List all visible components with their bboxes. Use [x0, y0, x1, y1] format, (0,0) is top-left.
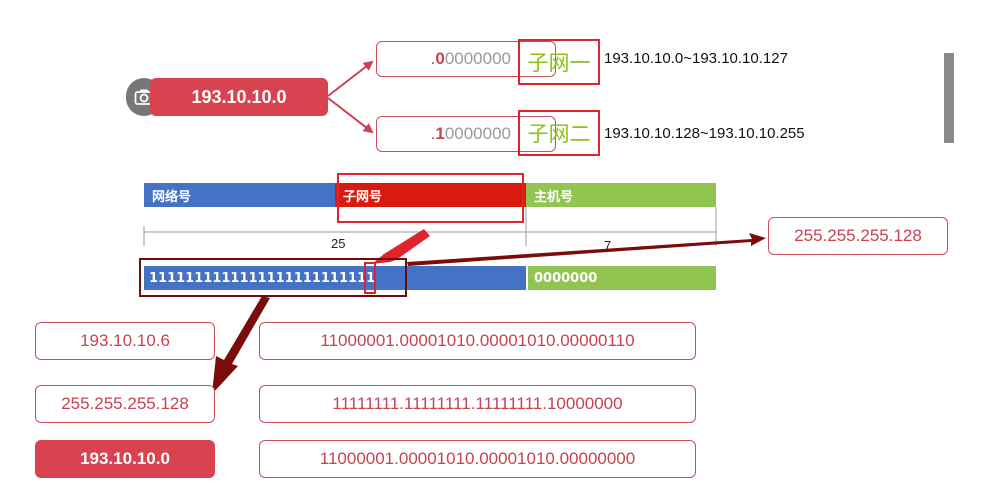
subnet-two-binary-rest: 0000000: [444, 124, 511, 143]
host-part-bar: 主机号: [526, 183, 716, 207]
mask-result: 255.255.255.128: [794, 226, 922, 245]
subnet-one-label-text: 子网一: [527, 51, 591, 75]
subnet-bit-highlight-frame: [364, 262, 376, 294]
mask-result-arrow: [407, 233, 766, 266]
subnet-part-highlight-frame: [337, 173, 524, 223]
calc-row-2-binary: 11111111.11111111.11111111.10000000: [332, 394, 623, 413]
calc-row-3-binary: 11000001.00001010.00001010.00000000: [319, 449, 636, 468]
subnet-two-binary-highlight: 1: [435, 124, 445, 143]
host-bit-count: 7: [604, 238, 612, 253]
network-part-bar: 网络号: [144, 183, 335, 207]
mask-zeros: 0000000: [534, 270, 598, 286]
calc-row-1-decimal-box: 193.10.10.6: [35, 322, 215, 360]
mask-zeros-bar: 0000000: [528, 266, 716, 290]
connector-to-subnet-two: [327, 97, 374, 134]
host-part-label: 主机号: [534, 189, 574, 205]
calc-row-1-binary-box: 11000001.00001010.00001010.00000110: [259, 322, 696, 360]
subnet-one-binary-rest: 0000000: [444, 49, 511, 68]
calc-row-3-decimal-box: 193.10.10.0: [35, 440, 215, 478]
subnet-two-range: 193.10.10.128~193.10.10.255: [604, 125, 805, 142]
subnet-one-binary-highlight: 0: [435, 49, 445, 68]
network-part-label: 网络号: [152, 189, 192, 205]
subnet-one-range: 193.10.10.0~193.10.10.127: [604, 50, 788, 67]
network-address-box: 193.10.10.0: [150, 78, 328, 116]
connector-to-subnet-one: [327, 60, 374, 97]
subnet-one-label: 子网一: [518, 39, 600, 85]
network-subnet-bit-count: 25: [331, 236, 346, 251]
calc-row-3-decimal: 193.10.10.0: [80, 449, 170, 468]
subnet-two-label: 子网二: [518, 110, 600, 156]
scrollbar-thumb[interactable]: [944, 53, 954, 143]
network-address: 193.10.10.0: [191, 86, 287, 107]
calc-row-2-decimal: 255.255.255.128: [61, 394, 189, 413]
calc-row-2-binary-box: 11111111.11111111.11111111.10000000: [259, 385, 696, 423]
subnet-two-label-text: 子网二: [527, 122, 591, 146]
mask-result-box: 255.255.255.128: [768, 217, 948, 255]
calc-row-1-binary: 11000001.00001010.00001010.00000110: [320, 331, 635, 350]
calc-row-2-decimal-box: 255.255.255.128: [35, 385, 215, 423]
calc-row-3-binary-box: 11000001.00001010.00001010.00000000: [259, 440, 696, 478]
calc-row-1-decimal: 193.10.10.6: [80, 331, 170, 350]
